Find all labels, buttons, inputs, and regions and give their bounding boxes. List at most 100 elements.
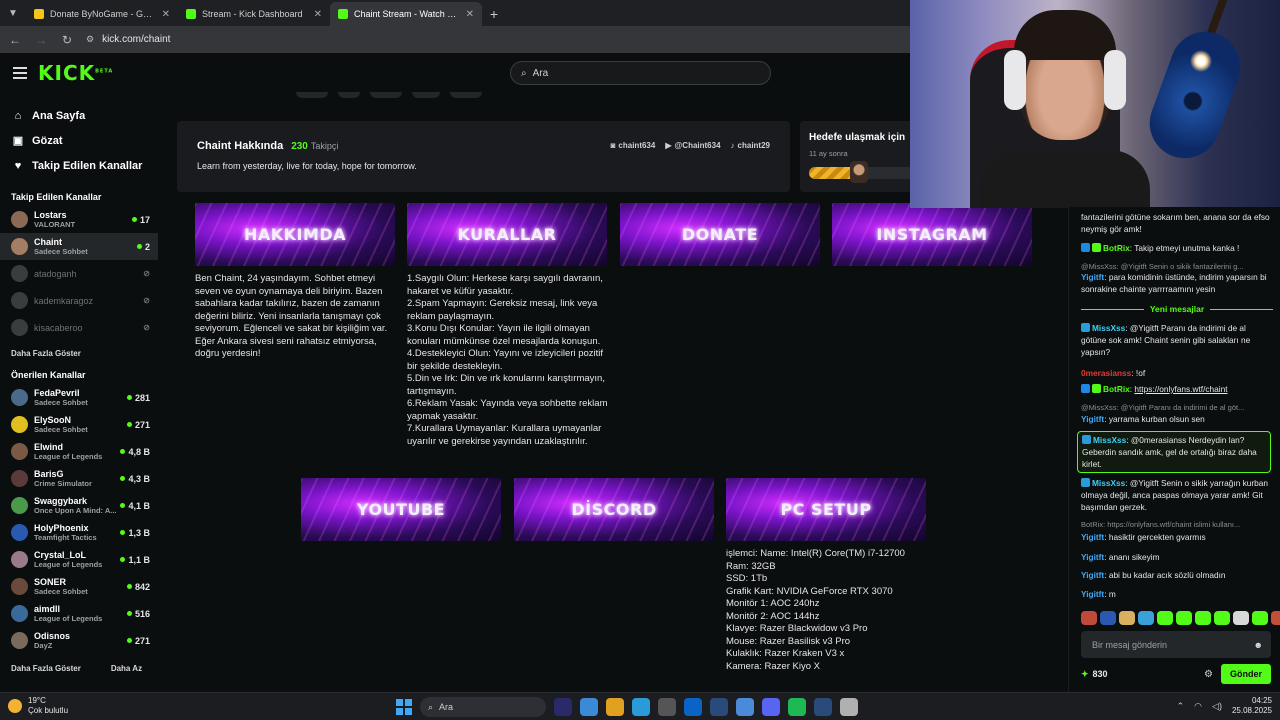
sidebar-channel[interactable]: SONER Sadece Sohbet 842 bbox=[0, 573, 158, 600]
sidebar-nav-item[interactable]: ▣ Gözat bbox=[12, 128, 158, 153]
panel-banner[interactable]: INSTAGRAM bbox=[832, 203, 1032, 266]
start-icon[interactable] bbox=[396, 699, 412, 715]
sidebar-channel[interactable]: Swaggybark Once Upon A Mind: A... 4,1 B bbox=[0, 492, 158, 519]
panel-banner[interactable]: DONATE bbox=[620, 203, 820, 266]
chat-username[interactable]: Yigitft bbox=[1081, 414, 1104, 424]
emote-icon[interactable] bbox=[1252, 611, 1268, 625]
chat-username[interactable]: MissXss bbox=[1093, 435, 1126, 445]
chat-username[interactable]: Yigitft bbox=[1081, 552, 1104, 562]
chat-username[interactable]: Yigitft bbox=[1081, 570, 1104, 580]
taskbar-app-icon[interactable] bbox=[580, 698, 598, 716]
sidebar-channel[interactable]: atadoganh ⊘ bbox=[0, 260, 158, 287]
sidebar-channel[interactable]: ElySooN Sadece Sohbet 271 bbox=[0, 411, 158, 438]
show-more-recommended-button[interactable]: Daha Fazla Göster bbox=[11, 664, 81, 673]
chat-input[interactable]: Bir mesaj gönderin ☻ bbox=[1081, 631, 1271, 658]
forward-icon[interactable]: → bbox=[34, 33, 48, 47]
tray-chevron-icon[interactable]: ⌃ bbox=[1177, 701, 1185, 712]
taskbar-app-icon[interactable] bbox=[606, 698, 624, 716]
close-tab-icon[interactable]: ✕ bbox=[466, 9, 474, 20]
send-button[interactable]: Gönder bbox=[1221, 664, 1271, 684]
emote-icon[interactable] bbox=[1214, 611, 1230, 625]
sidebar-channel[interactable]: BarisG Crime Simulator 4,3 B bbox=[0, 465, 158, 492]
taskbar-app-icon[interactable] bbox=[736, 698, 754, 716]
panel-banner[interactable]: HAKKIMDA bbox=[195, 203, 395, 266]
menu-icon[interactable] bbox=[13, 67, 27, 79]
chat-username[interactable]: MissXss bbox=[1092, 478, 1125, 488]
pill[interactable] bbox=[370, 92, 402, 98]
sidebar-channel[interactable]: kademkaragoz ⊘ bbox=[0, 287, 158, 314]
panel-banner[interactable]: KURALLAR bbox=[407, 203, 607, 266]
chat-message[interactable]: Yigitft: hasiktir gercekten gvarmıs bbox=[1081, 531, 1273, 543]
chat-username[interactable]: Yigitft bbox=[1081, 532, 1104, 542]
chat-message[interactable]: Yigitft: abi bu kadar acık sözlü olmadın bbox=[1081, 569, 1273, 581]
chat-message[interactable]: MissXss: @Yigitft Paranı da indirimi de … bbox=[1081, 322, 1273, 358]
emote-icon[interactable] bbox=[1119, 611, 1135, 625]
new-tab-button[interactable]: + bbox=[482, 2, 506, 26]
taskbar-app-icon[interactable] bbox=[762, 698, 780, 716]
panel-banner[interactable]: PC SETUP bbox=[726, 478, 926, 541]
chat-username[interactable]: Yigitft bbox=[1081, 589, 1104, 599]
sidebar-nav-item[interactable]: ♥ Takip Edilen Kanallar bbox=[12, 153, 158, 178]
search-input[interactable]: ⌕ Ara bbox=[510, 61, 771, 85]
sidebar-channel[interactable]: HolyPhoenix Teamfight Tactics 1,3 B bbox=[0, 519, 158, 546]
url-field[interactable]: ⚙ kick.com/chaint bbox=[86, 34, 170, 45]
chat-username[interactable]: MissXss bbox=[1092, 323, 1125, 333]
close-tab-icon[interactable]: ✕ bbox=[162, 9, 170, 20]
panel-banner[interactable]: YOUTUBE bbox=[301, 478, 501, 541]
browser-tab[interactable]: Donate ByNoGame - Gelen/Gid ✕ bbox=[26, 2, 178, 26]
chat-message[interactable]: 0merasianss: !of bbox=[1081, 367, 1273, 379]
chat-message[interactable]: Yigitft: yarrama kurban olsun sen bbox=[1081, 413, 1273, 425]
chat-message[interactable]: BotRix: Takip etmeyi unutma kanka ! bbox=[1081, 242, 1273, 254]
chat-link[interactable]: https://onlyfans.wtf/chaint bbox=[1134, 384, 1227, 394]
chat-username[interactable]: Yigitft bbox=[1081, 272, 1104, 282]
show-less-button[interactable]: Daha Az bbox=[111, 664, 142, 673]
sidebar-channel[interactable]: Crystal_LoL League of Legends 1,1 B bbox=[0, 546, 158, 573]
sidebar-channel[interactable]: Odisnos DayZ 271 bbox=[0, 627, 158, 654]
show-more-button[interactable]: Daha Fazla Göster bbox=[0, 341, 158, 358]
chat-message[interactable]: Yigitft: para komidinin üstünde, indirim… bbox=[1081, 271, 1273, 295]
chat-message[interactable]: MissXss: @0merasianss Nerdeydin lan? Geb… bbox=[1077, 431, 1271, 473]
taskbar-app-icon[interactable] bbox=[814, 698, 832, 716]
emote-icon[interactable] bbox=[1157, 611, 1173, 625]
chat-username[interactable]: BotRix bbox=[1103, 384, 1130, 394]
reload-icon[interactable]: ↻ bbox=[60, 33, 74, 47]
emote-icon[interactable] bbox=[1195, 611, 1211, 625]
taskbar-app-icon[interactable] bbox=[684, 698, 702, 716]
taskbar-app-icon[interactable] bbox=[840, 698, 858, 716]
chat-message[interactable]: MissXss: @Yigitft Senin o sikik yarrağın… bbox=[1081, 477, 1273, 513]
emote-icon[interactable] bbox=[1271, 611, 1280, 625]
pill[interactable] bbox=[412, 92, 440, 98]
social-link[interactable]: ◙ chaint634 bbox=[611, 141, 656, 150]
taskbar-app-icon[interactable] bbox=[788, 698, 806, 716]
taskbar-app-icon[interactable] bbox=[632, 698, 650, 716]
emote-icon[interactable] bbox=[1233, 611, 1249, 625]
sidebar-channel[interactable]: FedaPevril Sadece Sohbet 281 bbox=[0, 384, 158, 411]
chat-message[interactable]: BotRix: https://onlyfans.wtf/chaint bbox=[1081, 383, 1273, 395]
chat-settings-icon[interactable]: ⚙ bbox=[1204, 669, 1213, 680]
weather-widget[interactable]: 19°C Çok bulutlu bbox=[8, 696, 68, 716]
emote-icon[interactable] bbox=[1100, 611, 1116, 625]
chat-message[interactable]: Yigitft: ananı sikeyim bbox=[1081, 551, 1273, 563]
social-link[interactable]: ▶ @Chaint634 bbox=[665, 141, 720, 150]
taskbar-search[interactable]: ⌕ Ara bbox=[420, 697, 546, 717]
social-link[interactable]: ♪ chaint29 bbox=[731, 141, 770, 150]
browser-tab[interactable]: Chaint Stream - Watch Live on K ✕ bbox=[330, 2, 482, 26]
channel-points[interactable]: ✦ 830 bbox=[1081, 669, 1108, 680]
sidebar-channel[interactable]: Lostars VALORANT 17 bbox=[0, 206, 158, 233]
panel-banner[interactable]: DİSCORD bbox=[514, 478, 714, 541]
pill[interactable] bbox=[450, 92, 482, 98]
taskbar-app-icon[interactable] bbox=[554, 698, 572, 716]
chat-username[interactable]: 0merasianss bbox=[1081, 368, 1131, 378]
emote-icon[interactable] bbox=[1081, 611, 1097, 625]
volume-icon[interactable]: ◁) bbox=[1212, 701, 1222, 712]
pill[interactable] bbox=[338, 92, 360, 98]
tab-search-icon[interactable]: ▼ bbox=[0, 0, 26, 26]
chat-username[interactable]: BotRix bbox=[1103, 243, 1130, 253]
site-info-icon[interactable]: ⚙ bbox=[86, 34, 94, 45]
network-icon[interactable]: ◠ bbox=[1194, 701, 1202, 712]
emoji-icon[interactable]: ☻ bbox=[1254, 640, 1263, 650]
emote-icon[interactable] bbox=[1138, 611, 1154, 625]
taskbar-app-icon[interactable] bbox=[658, 698, 676, 716]
taskbar-app-icon[interactable] bbox=[710, 698, 728, 716]
back-icon[interactable]: ← bbox=[8, 33, 22, 47]
